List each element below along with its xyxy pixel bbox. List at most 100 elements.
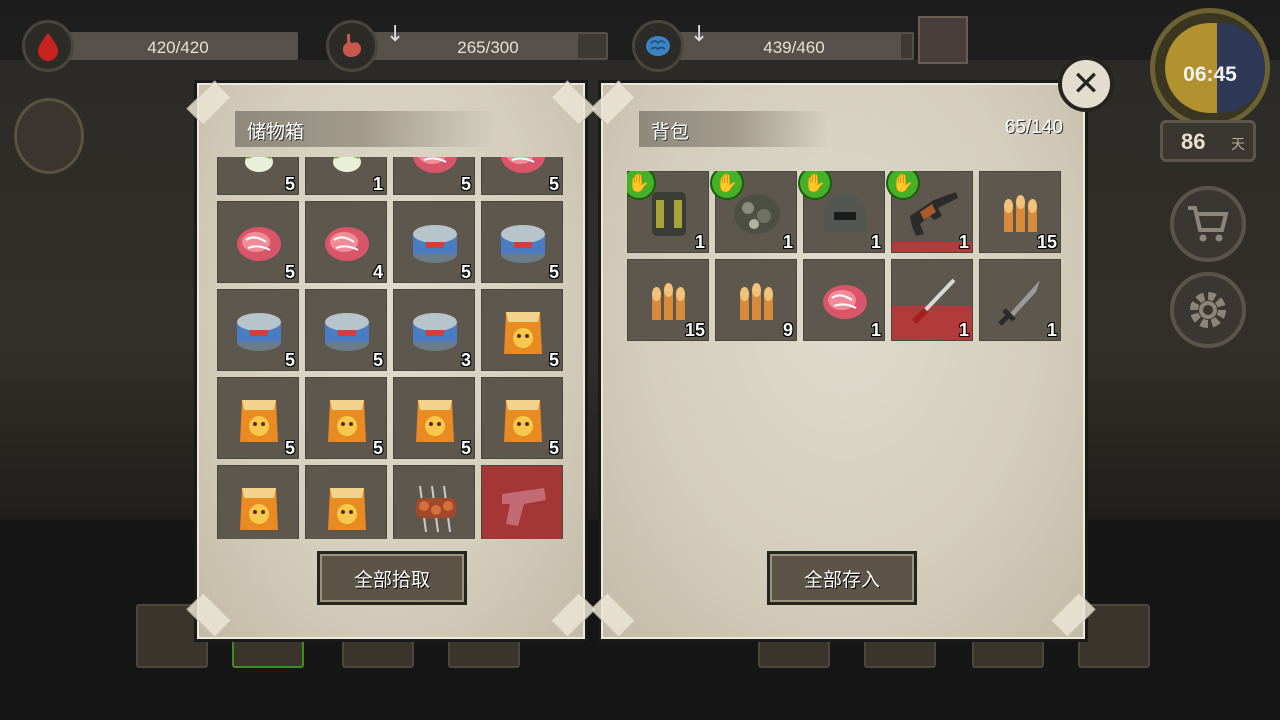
day-clock: 06:45 — [1150, 8, 1270, 128]
inventory-slot-assault-rifle[interactable]: ✋ 1 — [886, 171, 973, 253]
canned-food-icon — [320, 304, 374, 358]
storage-title: 储物箱 — [247, 121, 305, 143]
item-count: 5 — [548, 262, 559, 282]
cart-icon — [1188, 206, 1229, 242]
inventory-slot-raw-meat[interactable]: 5 — [393, 157, 475, 195]
shop-button[interactable] — [1170, 186, 1246, 262]
inventory-slot-raw-meat[interactable]: 5 — [217, 201, 299, 283]
chips-bag-icon — [320, 392, 374, 446]
close-icon: ✕ — [1071, 64, 1101, 104]
inventory-slot-skewers[interactable] — [393, 465, 475, 539]
day-counter: 86 天 — [1160, 120, 1256, 162]
backpack-grid[interactable]: ✋ 1 ✋ 1 ✋ 1 ✋ 1 15 15 9 1 1 1 — [627, 171, 1067, 347]
inventory-slot-canned-food[interactable]: 5 — [217, 289, 299, 371]
canned-food-icon — [232, 304, 286, 358]
thirst-stat: ↓ 439/460 — [632, 20, 914, 72]
inventory-slot-raw-meat[interactable]: 5 — [481, 157, 563, 195]
inventory-slot-canned-food[interactable]: 5 — [481, 201, 563, 283]
item-count: 1 — [694, 232, 705, 252]
canned-food-icon — [408, 216, 462, 270]
item-count: 5 — [548, 174, 559, 194]
raw-meat-icon — [320, 216, 374, 270]
inventory-slot-chips-bag[interactable] — [217, 465, 299, 539]
health-value: 420/420 — [147, 38, 209, 57]
inventory-slot-green-onion[interactable]: 1 — [305, 157, 387, 195]
item-count: 1 — [958, 232, 969, 252]
raw-meat-icon — [496, 157, 550, 182]
item-count: 5 — [460, 438, 471, 458]
katana-icon — [906, 274, 960, 328]
item-count: 5 — [372, 350, 383, 370]
inventory-slot-chips-bag[interactable]: 5 — [481, 377, 563, 459]
chips-bag-icon — [232, 480, 286, 534]
backpack-capacity: 65/140 — [1004, 117, 1063, 138]
raw-meat-icon — [818, 274, 872, 328]
item-count: 15 — [1036, 232, 1057, 252]
item-count: 9 — [782, 320, 793, 340]
item-count: 1 — [870, 232, 881, 252]
raw-meat-icon — [232, 216, 286, 270]
item-count: 5 — [372, 438, 383, 458]
inventory-slot-bullets[interactable]: 9 — [715, 259, 797, 341]
item-count: 1 — [958, 320, 969, 340]
inventory-slot-katana[interactable]: 1 — [891, 259, 973, 341]
chips-bag-icon — [496, 392, 550, 446]
item-count: 5 — [548, 350, 559, 370]
item-count: 1 — [1046, 320, 1057, 340]
item-count: 1 — [782, 232, 793, 252]
blood-drop-icon — [22, 20, 74, 72]
thirst-value: 439/460 — [763, 38, 825, 57]
store-all-button[interactable]: 全部存入 — [767, 551, 917, 605]
decrease-arrow-icon: ↓ — [386, 22, 405, 47]
inventory-slot-bullets[interactable]: 15 — [979, 171, 1061, 253]
inventory-slot-raw-meat[interactable]: 4 — [305, 201, 387, 283]
raw-meat-icon — [408, 157, 462, 182]
bullets-icon — [730, 274, 784, 328]
item-count: 5 — [460, 262, 471, 282]
inventory-slot-chips-bag[interactable]: 5 — [481, 289, 563, 371]
backpack-title: 背包 — [651, 121, 690, 143]
status-effect-icon[interactable] — [918, 16, 968, 64]
item-count: 5 — [284, 438, 295, 458]
pistol-icon — [496, 480, 550, 534]
settings-button[interactable] — [1170, 272, 1246, 348]
hunger-value: 265/300 — [457, 38, 519, 57]
chips-bag-icon — [408, 392, 462, 446]
canned-food-icon — [496, 216, 550, 270]
day-unit: 天 — [1231, 137, 1245, 153]
inventory-slot-backpack-gear[interactable]: ✋ 1 — [627, 171, 709, 253]
inventory-slot-chips-bag[interactable]: 5 — [393, 377, 475, 459]
inventory-slot-pistol[interactable] — [481, 465, 563, 539]
clock-time: 06:45 — [1183, 63, 1237, 86]
inventory-slot-bullets[interactable]: 15 — [627, 259, 709, 341]
inventory-slot-canned-food[interactable]: 3 — [393, 289, 475, 371]
item-count: 5 — [460, 174, 471, 194]
storage-panel: 储物箱 5 1 5 5 5 4 5 5 5 5 3 5 5 5 5 5 全部拾取 — [186, 80, 596, 642]
day-count: 86 — [1181, 129, 1206, 154]
inventory-slot-dagger[interactable]: 1 — [979, 259, 1061, 341]
item-count: 5 — [284, 262, 295, 282]
inventory-slot-green-onion[interactable]: 5 — [217, 157, 299, 195]
inventory-slot-canned-food[interactable]: 5 — [305, 289, 387, 371]
storage-grid[interactable]: 5 1 5 5 5 4 5 5 5 5 3 5 5 5 5 5 — [217, 157, 569, 539]
inventory-slot-canned-food[interactable]: 5 — [393, 201, 475, 283]
inventory-slot-chips-bag[interactable]: 5 — [217, 377, 299, 459]
hunger-stat: ↓ 265/300 — [326, 20, 608, 72]
radio-icon[interactable] — [14, 98, 84, 174]
canned-food-icon — [408, 304, 462, 358]
inventory-slot-chips-bag[interactable] — [305, 465, 387, 539]
stomach-icon — [326, 20, 378, 72]
close-button[interactable]: ✕ — [1058, 56, 1114, 112]
green-onion-icon — [232, 157, 286, 182]
skewers-icon — [408, 480, 462, 534]
inventory-slot-raw-meat[interactable]: 1 — [803, 259, 885, 341]
item-count: 4 — [372, 262, 383, 282]
gear-icon — [1190, 292, 1226, 328]
item-count: 5 — [284, 174, 295, 194]
take-all-button[interactable]: 全部拾取 — [317, 551, 467, 605]
health-stat: 420/420 — [22, 20, 298, 72]
chips-bag-icon — [232, 392, 286, 446]
inventory-slot-tactical-helmet[interactable]: ✋ 1 — [798, 171, 885, 253]
inventory-slot-camo-armor[interactable]: ✋ 1 — [710, 171, 797, 253]
inventory-slot-chips-bag[interactable]: 5 — [305, 377, 387, 459]
